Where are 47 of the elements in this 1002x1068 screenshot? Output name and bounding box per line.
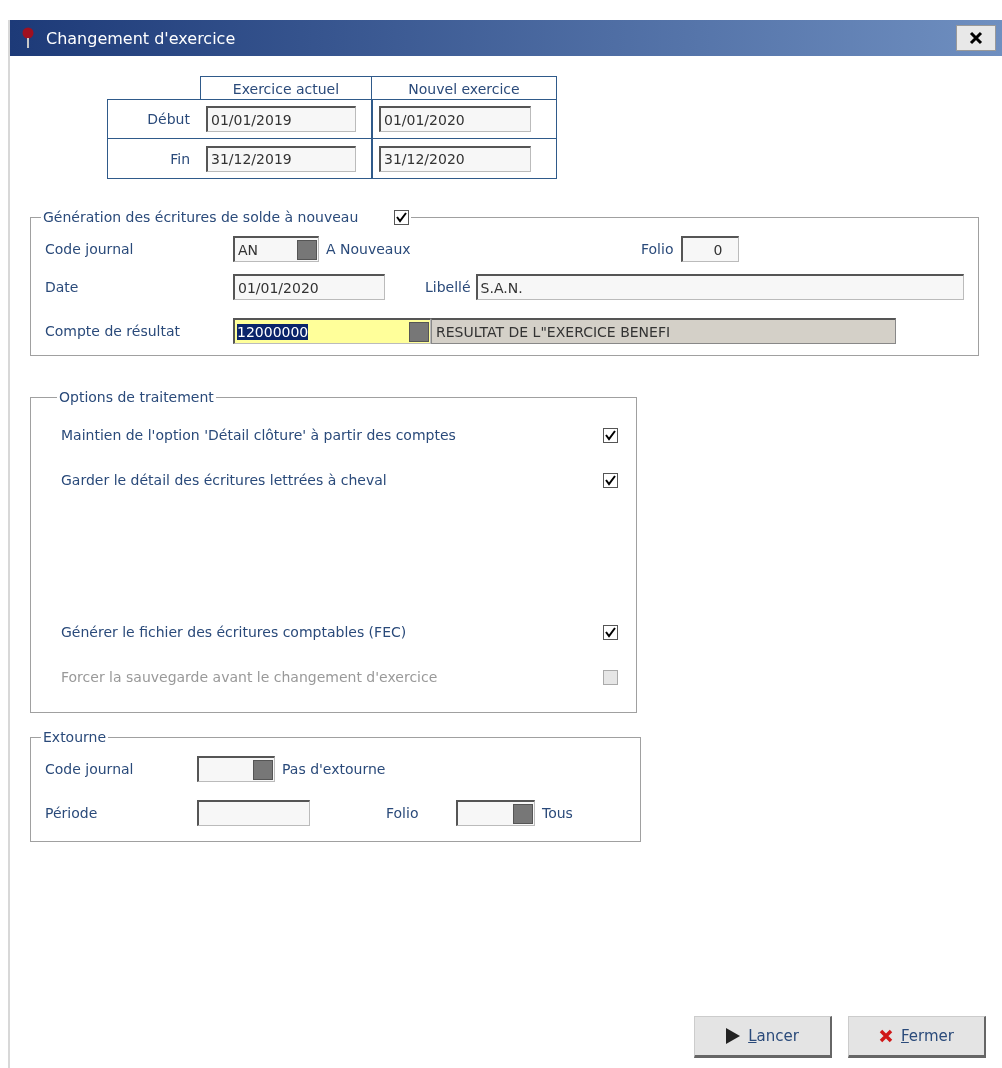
row-label: Fin <box>107 139 200 179</box>
folio-dropdown[interactable] <box>456 800 535 826</box>
pin-icon <box>22 27 34 49</box>
field-label: Folio <box>386 805 420 821</box>
play-icon <box>726 1028 741 1044</box>
date-field[interactable]: 31/12/2019 <box>206 145 356 172</box>
folio-description: Tous <box>542 805 573 821</box>
option-label: Générer le fichier des écritures comptables (FEC) <box>61 624 407 640</box>
checkbox[interactable] <box>394 209 410 225</box>
journal-dropdown[interactable] <box>197 756 275 782</box>
date-field[interactable]: 31/12/2020 <box>379 145 531 172</box>
field-label: Date <box>45 279 80 295</box>
journal-description: A Nouveaux <box>326 241 412 257</box>
field-label: Libellé <box>425 279 471 295</box>
column-header: Exercice actuel <box>200 76 372 99</box>
label-field[interactable]: S.A.N. <box>475 274 964 300</box>
date-field[interactable]: 01/01/2020 <box>233 274 385 300</box>
field-label: Code journal <box>45 761 135 777</box>
folio-field[interactable]: 0 <box>681 236 740 262</box>
field-label: Compte de résultat <box>45 323 182 339</box>
field-label: Folio <box>641 241 674 257</box>
group-title: Extourne <box>43 729 107 745</box>
journal-dropdown[interactable]: AN <box>233 236 319 262</box>
option-label: Maintien de l'option 'Détail clôture' à partir des comptes <box>61 427 456 443</box>
close-button[interactable] <box>956 25 996 51</box>
account-dropdown[interactable]: 12000000 <box>233 318 431 344</box>
run-button[interactable]: Lancer <box>694 1016 832 1058</box>
window-title: Changement d'exercice <box>46 28 237 48</box>
group-title: Génération des écritures de solde à nouveau <box>43 209 359 225</box>
journal-description: Pas d'extourne <box>282 761 386 777</box>
row-label: Début <box>107 99 200 139</box>
field-label: Période <box>45 805 99 821</box>
account-description: RESULTAT DE L"EXERCICE BENEFI <box>431 318 896 344</box>
period-field[interactable] <box>197 800 310 826</box>
group-title: Options de traitement <box>59 389 214 405</box>
checkbox[interactable] <box>603 427 618 443</box>
option-label: Garder le détail des écritures lettrées à cheval <box>61 472 387 488</box>
column-header: Nouvel exercice <box>372 76 557 99</box>
close-icon <box>879 1029 893 1043</box>
close-button[interactable]: Fermer <box>848 1016 986 1058</box>
close-icon <box>969 31 983 45</box>
checkbox[interactable] <box>603 472 618 488</box>
date-field[interactable]: 01/01/2019 <box>206 106 356 132</box>
date-field[interactable]: 01/01/2020 <box>379 106 531 132</box>
field-label: Code journal <box>45 241 135 257</box>
option-label: Forcer la sauvegarde avant le changement d'exercice <box>61 669 438 685</box>
checkbox[interactable] <box>603 624 618 640</box>
